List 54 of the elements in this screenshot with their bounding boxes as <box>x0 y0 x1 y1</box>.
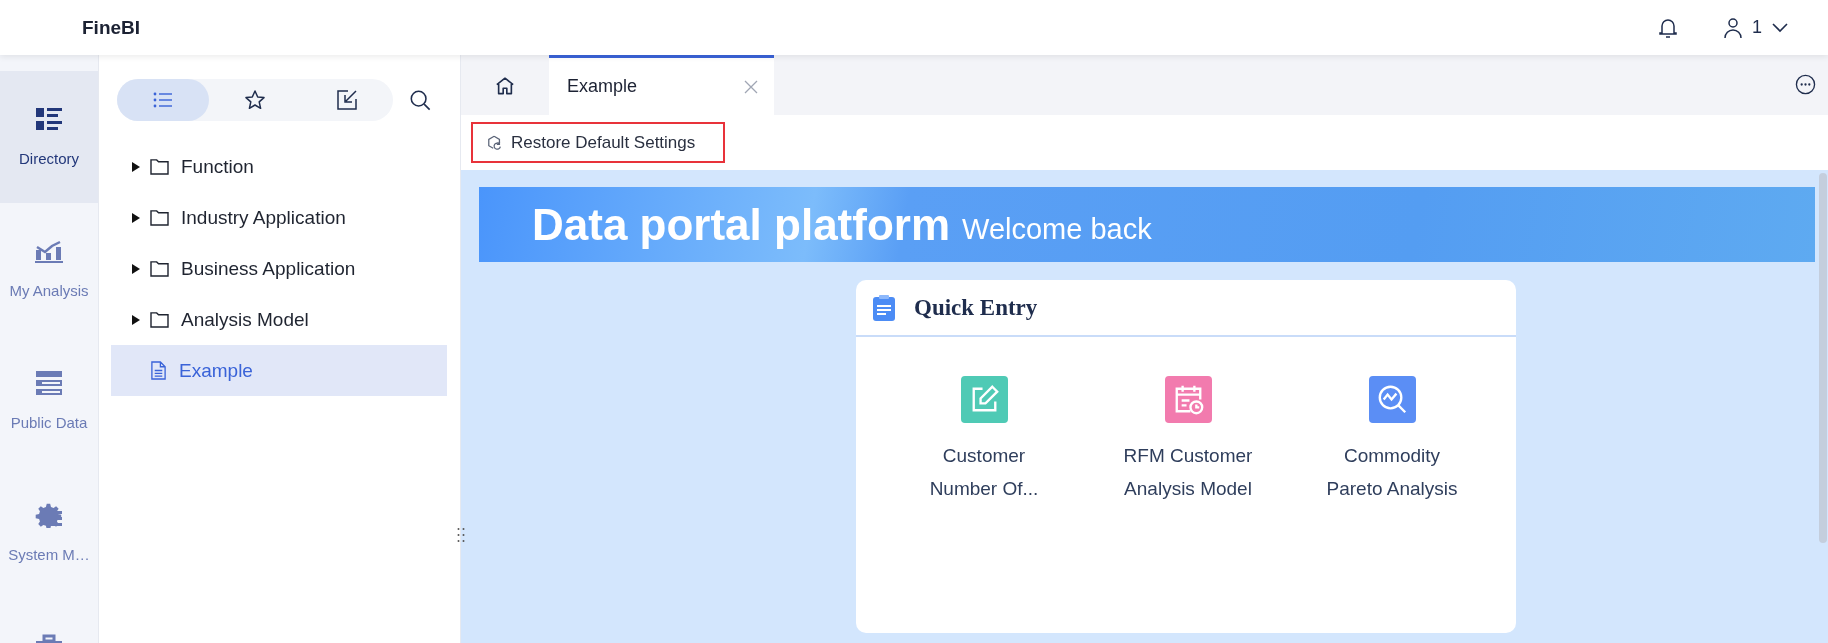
tree-item[interactable]: Example <box>111 345 447 396</box>
folder-icon <box>150 260 169 277</box>
list-icon <box>153 92 173 108</box>
bell-icon[interactable] <box>1658 16 1678 39</box>
import-icon <box>336 89 358 111</box>
expand-arrow-icon[interactable] <box>132 263 140 274</box>
rail-item[interactable]: System M… <box>0 467 98 599</box>
expand-arrow-icon[interactable] <box>132 314 140 325</box>
tree-label: Industry Application <box>181 206 346 229</box>
rail-label: My Analysis <box>9 282 89 299</box>
tree-label: Analysis Model <box>181 308 309 331</box>
more-icon[interactable] <box>1795 74 1816 95</box>
tree-item[interactable]: Function <box>111 141 447 192</box>
star-icon <box>244 89 266 111</box>
rail-item[interactable]: Directory <box>0 71 98 203</box>
rail-label: System M… <box>8 546 90 563</box>
chevron-down-icon <box>1772 22 1788 33</box>
expand-arrow-icon[interactable] <box>132 212 140 223</box>
quick-entry-item[interactable]: Commodity Pareto Analysis <box>1290 376 1494 505</box>
table-icon <box>34 370 64 396</box>
rail-label: Public Data <box>10 414 88 431</box>
document-tab[interactable]: Example <box>549 55 774 115</box>
user-icon <box>1724 17 1742 38</box>
search-icon[interactable] <box>409 89 431 111</box>
quick-entry-item[interactable]: Customer Number Of... <box>882 376 1086 505</box>
app-title: FineBI <box>82 16 141 39</box>
folder-icon <box>150 209 169 226</box>
banner-subtitle: Welcome back <box>962 213 1152 246</box>
expand-arrow-icon[interactable] <box>132 161 140 172</box>
quick-entry-item[interactable]: RFM Customer Analysis Model <box>1086 376 1290 505</box>
clipboard-icon <box>872 293 896 322</box>
rail-item[interactable]: Public Data <box>0 335 98 467</box>
home-icon <box>495 75 515 95</box>
tree-label: Example <box>179 359 253 382</box>
tree-item[interactable]: Business Application <box>111 243 447 294</box>
folder-icon <box>150 158 169 175</box>
banner-title: Data portal platform <box>532 199 951 250</box>
chart-icon <box>34 238 64 264</box>
restore-icon <box>487 134 503 151</box>
tree-item[interactable]: Industry Application <box>111 192 447 243</box>
folder-icon <box>150 311 169 328</box>
gear-icon <box>34 502 64 528</box>
rail-label: Directory <box>19 150 79 167</box>
user-menu-button[interactable]: 1 <box>1724 17 1788 38</box>
list-icon <box>34 106 64 132</box>
restore-button[interactable]: Restore Default Settings <box>471 122 726 163</box>
document-icon <box>150 361 167 380</box>
scrollbar[interactable] <box>1819 173 1827 543</box>
tree-item[interactable]: Analysis Model <box>111 294 447 345</box>
tree-label: Business Application <box>181 257 356 280</box>
tree-label: Function <box>181 155 254 178</box>
list-view-tab[interactable] <box>117 79 209 121</box>
rail-item[interactable]: My Analysis <box>0 203 98 335</box>
card-title: Quick Entry <box>914 294 1038 321</box>
